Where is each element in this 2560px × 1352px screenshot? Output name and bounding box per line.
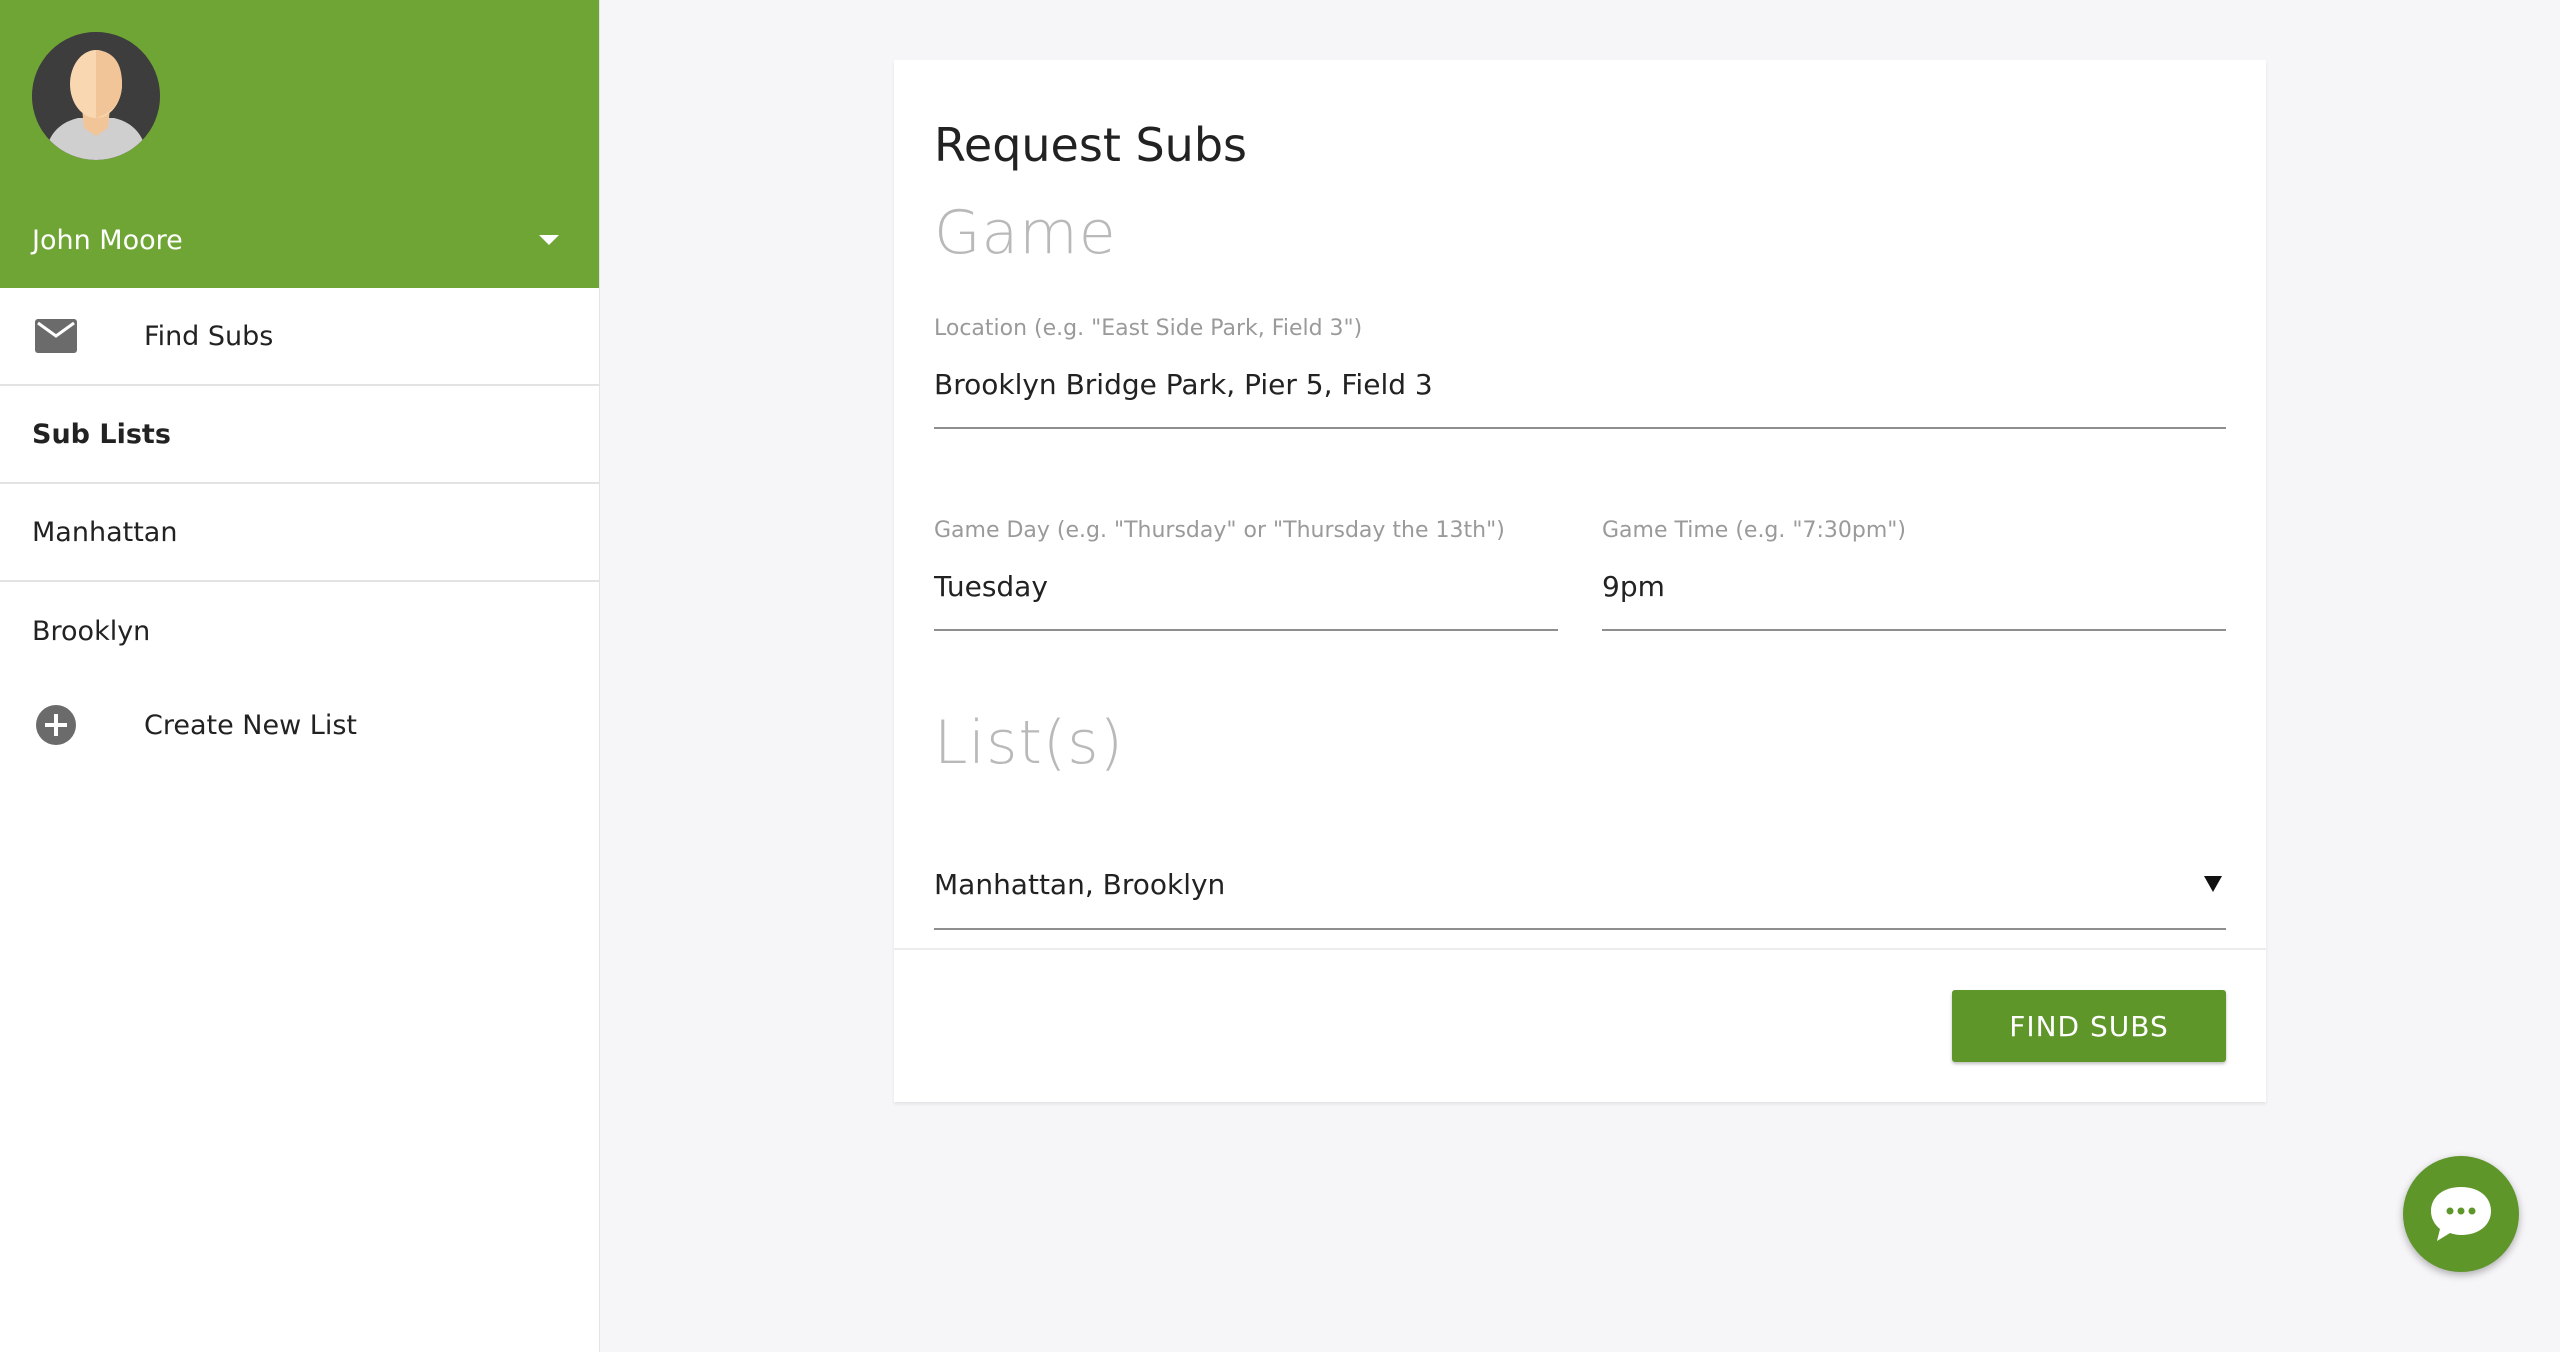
location-label: Location (e.g. "East Side Park, Field 3"… bbox=[934, 316, 1363, 341]
sidebar-header: John Moore bbox=[0, 0, 599, 288]
sidebar-item-label: Manhattan bbox=[32, 516, 178, 548]
game-time-input[interactable] bbox=[1602, 548, 2226, 631]
lists-section-heading: List(s) bbox=[934, 708, 1124, 778]
sidebar-item-manhattan[interactable]: Manhattan bbox=[0, 484, 599, 582]
location-field: Location (e.g. "East Side Park, Field 3"… bbox=[934, 316, 2226, 429]
sidebar-item-label: Brooklyn bbox=[32, 615, 151, 647]
avatar-icon bbox=[32, 32, 160, 160]
game-section-heading: Game bbox=[934, 198, 1117, 268]
avatar[interactable] bbox=[32, 32, 160, 160]
add-circle-icon bbox=[32, 701, 80, 749]
game-day-input[interactable] bbox=[934, 548, 1558, 631]
game-day-label: Game Day (e.g. "Thursday" or "Thursday t… bbox=[934, 518, 1505, 543]
mail-icon bbox=[32, 312, 80, 360]
find-subs-button[interactable]: FIND SUBS bbox=[1952, 990, 2226, 1062]
page-title: Request Subs bbox=[934, 118, 1247, 172]
location-input[interactable] bbox=[934, 346, 2226, 429]
sidebar-item-brooklyn[interactable]: Brooklyn bbox=[0, 582, 599, 680]
card-divider bbox=[894, 948, 2266, 950]
game-time-label: Game Time (e.g. "7:30pm") bbox=[1602, 518, 1907, 543]
game-day-field: Game Day (e.g. "Thursday" or "Thursday t… bbox=[934, 518, 1558, 631]
sidebar-section-label: Sub Lists bbox=[32, 418, 171, 450]
sidebar-item-create-new-list[interactable]: Create New List bbox=[0, 680, 599, 770]
user-menu[interactable]: John Moore bbox=[32, 218, 559, 262]
lists-select[interactable]: Manhattan, Brooklyn bbox=[934, 840, 2226, 930]
sidebar-item-find-subs[interactable]: Find Subs bbox=[0, 288, 599, 386]
chat-bubble-icon bbox=[2431, 1187, 2491, 1241]
chevron-down-icon bbox=[539, 235, 559, 245]
lists-select-value: Manhattan, Brooklyn bbox=[934, 867, 1226, 901]
chat-button[interactable] bbox=[2403, 1156, 2519, 1272]
game-time-field: Game Time (e.g. "7:30pm") bbox=[1602, 518, 2226, 631]
sidebar-section-sub-lists: Sub Lists bbox=[0, 386, 599, 484]
sidebar: John Moore Find Subs Sub Lists Manhattan… bbox=[0, 0, 600, 1352]
user-name: John Moore bbox=[32, 224, 183, 256]
sidebar-item-label: Create New List bbox=[144, 709, 357, 741]
request-subs-card: Request Subs Game Location (e.g. "East S… bbox=[894, 60, 2266, 1102]
sidebar-item-label: Find Subs bbox=[144, 320, 274, 352]
dropdown-arrow-icon bbox=[2204, 876, 2222, 892]
